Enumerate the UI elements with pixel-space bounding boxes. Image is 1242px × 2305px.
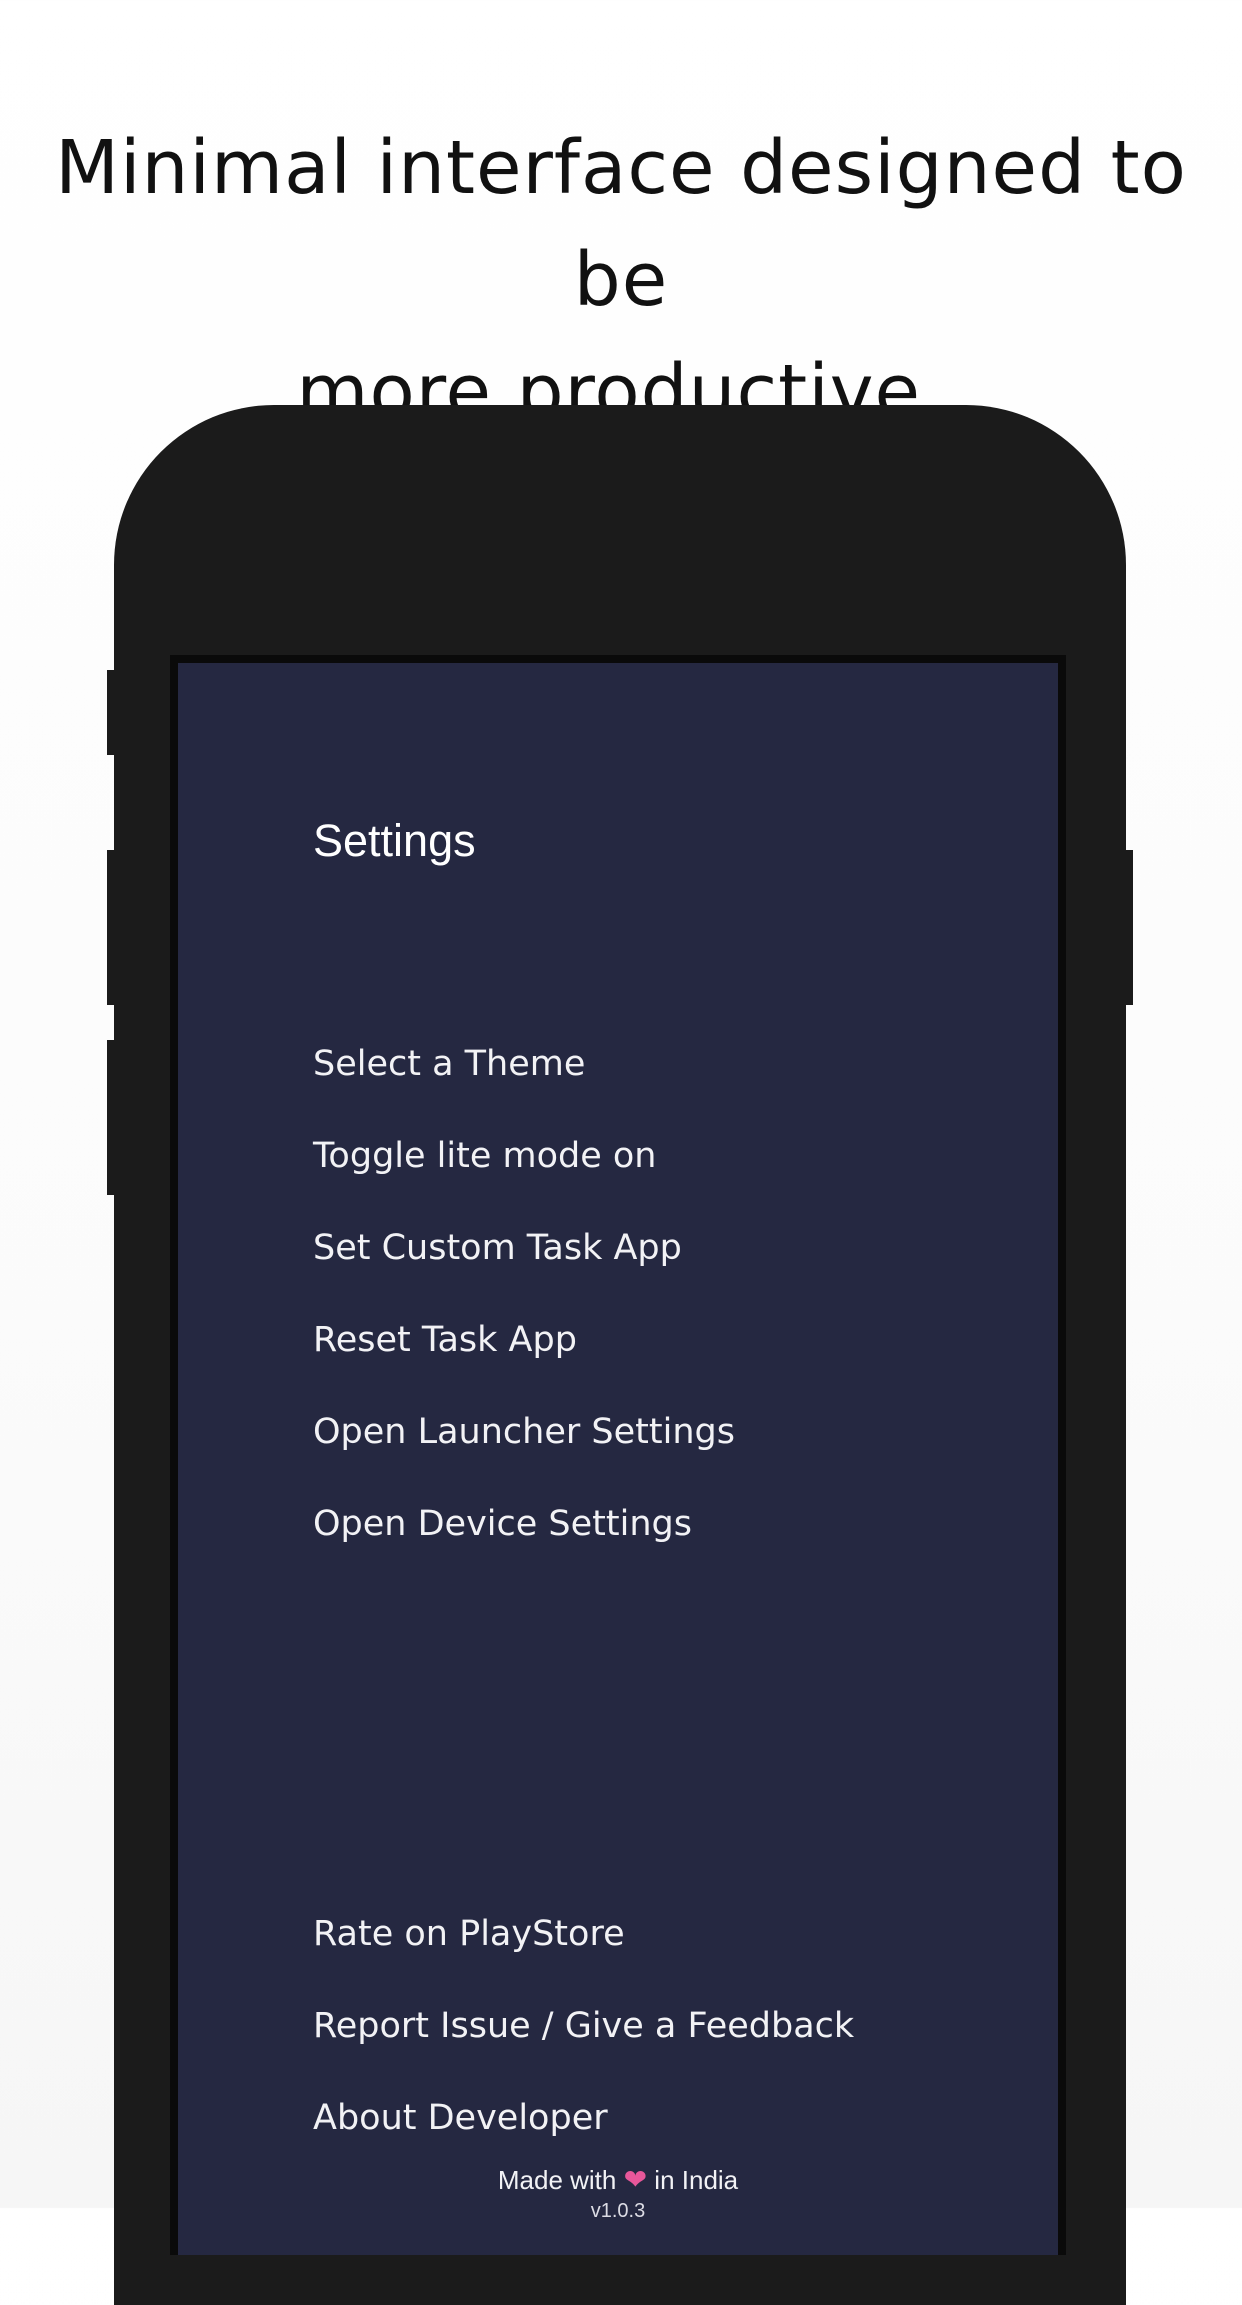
settings-menu-secondary: Rate on PlayStore Report Issue / Give a … <box>313 1888 854 2164</box>
menu-item-toggle-lite-mode[interactable]: Toggle lite mode on <box>313 1110 735 1202</box>
heart-icon: ❤ <box>623 2164 648 2195</box>
menu-item-open-launcher-settings[interactable]: Open Launcher Settings <box>313 1386 735 1478</box>
settings-screen: Settings Select a Theme Toggle lite mode… <box>178 663 1058 2255</box>
menu-item-open-device-settings[interactable]: Open Device Settings <box>313 1478 735 1570</box>
menu-item-report-issue[interactable]: Report Issue / Give a Feedback <box>313 1980 854 2072</box>
menu-item-reset-task-app[interactable]: Reset Task App <box>313 1294 735 1386</box>
made-with-text: Made with <box>497 2165 617 2195</box>
in-india-text: in India <box>654 2165 739 2195</box>
menu-item-set-custom-task-app[interactable]: Set Custom Task App <box>313 1202 735 1294</box>
settings-menu-primary: Select a Theme Toggle lite mode on Set C… <box>313 1018 735 1570</box>
promo-headline-line-1: Minimal interface designed to be <box>55 125 1187 323</box>
menu-item-select-theme[interactable]: Select a Theme <box>313 1018 735 1110</box>
menu-item-rate-playstore[interactable]: Rate on PlayStore <box>313 1888 854 1980</box>
phone-screen: Settings Select a Theme Toggle lite mode… <box>170 655 1066 2255</box>
app-footer: Made with ❤ in India v1.0.3 <box>178 2163 1058 2225</box>
promo-headline: Minimal interface designed to be more pr… <box>0 112 1242 448</box>
version-label: v1.0.3 <box>590 2200 646 2222</box>
settings-title: Settings <box>313 815 476 866</box>
made-with-line: Made with ❤ in India <box>178 2163 1058 2197</box>
menu-item-about-developer[interactable]: About Developer <box>313 2072 854 2164</box>
